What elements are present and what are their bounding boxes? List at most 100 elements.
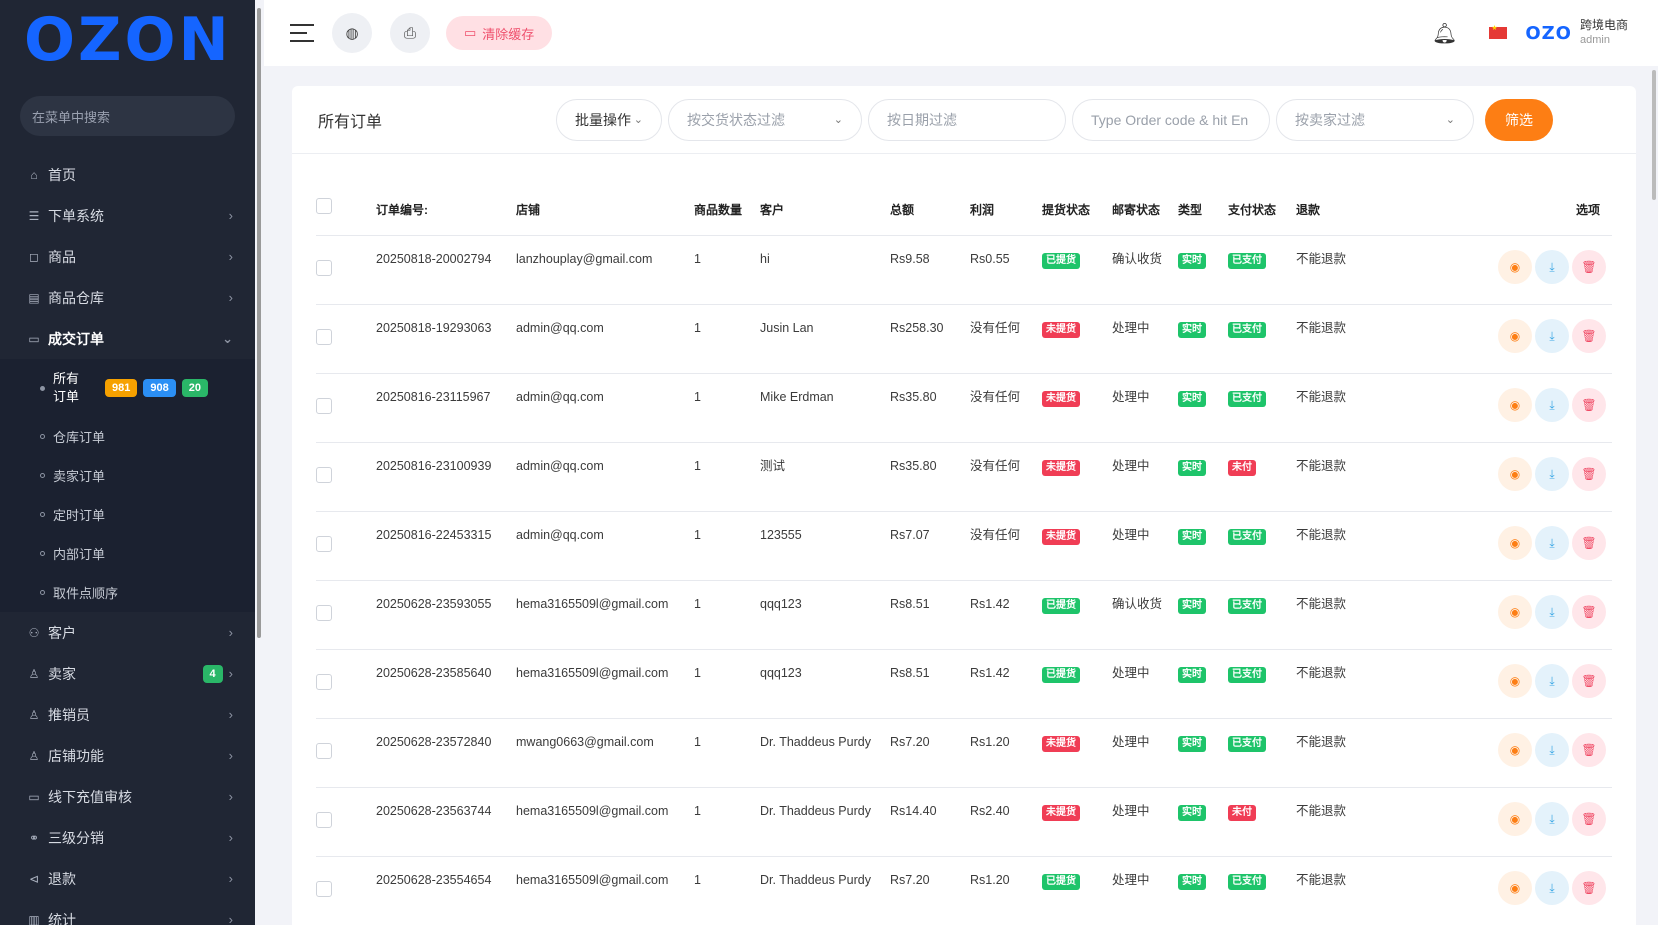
order-code[interactable]: 20250816-23115967 [376,373,516,443]
view-eye-icon[interactable]: ◉ [1498,595,1532,629]
view-eye-icon[interactable]: ◉ [1498,319,1532,353]
submenu-item-warehouse-orders[interactable]: 仓库订单 [0,417,255,456]
download-icon[interactable]: ⤓ [1535,871,1569,905]
ozon-logo[interactable]: OZON [24,10,232,70]
table-row[interactable]: 20250628-23572840 mwang0663@gmail.com 1 … [316,718,1612,788]
col-pay-status[interactable]: 支付状态 [1228,188,1296,236]
delete-trash-icon[interactable]: 🗑︎ [1572,250,1606,284]
submenu-item-internal-orders[interactable]: 内部订单 [0,534,255,573]
delivery-status-filter[interactable]: 按交货状态过滤 ⌄ [668,98,862,141]
col-type[interactable]: 类型 [1178,188,1228,236]
sidebar-item-orders[interactable]: ▭ 成交订单 ⌄ [0,318,255,359]
sidebar-item-distribution[interactable]: ⚭ 三级分销 › [0,817,255,858]
col-shop[interactable]: 店铺 [516,188,694,236]
submenu-item-all-orders[interactable]: 所有订单 981 908 20 [0,359,255,417]
col-qty[interactable]: 商品数量 [694,188,760,236]
download-icon[interactable]: ⤓ [1535,733,1569,767]
row-checkbox[interactable] [316,536,332,552]
table-row[interactable]: 20250628-23593055 hema3165509l@gmail.com… [316,580,1612,650]
sidebar-item-customers[interactable]: ⚇ 客户 › [0,612,255,653]
sidebar-item-stats[interactable]: ▥ 统计 › [0,899,255,925]
sidebar-item-home[interactable]: ⌂ 首页 [0,154,255,195]
view-eye-icon[interactable]: ◉ [1498,388,1532,422]
sidebar-item-offline-recharge[interactable]: ▭ 线下充值审核 › [0,776,255,817]
order-code[interactable]: 20250816-23100939 [376,442,516,512]
download-icon[interactable]: ⤓ [1535,250,1569,284]
sidebar-item-shop-features[interactable]: ♙ 店铺功能 › [0,735,255,776]
table-row[interactable]: 20250628-23563744 hema3165509l@gmail.com… [316,787,1612,857]
sidebar-item-ordering[interactable]: ☰ 下单系统 › [0,195,255,236]
order-code[interactable]: 20250628-23554654 [376,856,516,925]
row-checkbox[interactable] [316,812,332,828]
download-icon[interactable]: ⤓ [1535,319,1569,353]
page-scrollbar[interactable] [1652,70,1656,200]
view-eye-icon[interactable]: ◉ [1498,664,1532,698]
order-code[interactable]: 20250818-20002794 [376,235,516,305]
table-row[interactable]: 20250816-23115967 admin@qq.com 1 Mike Er… [316,373,1612,443]
col-order-code[interactable]: 订单编号: [376,188,516,236]
table-row[interactable]: 20250816-23100939 admin@qq.com 1 测试 Rs35… [316,442,1612,512]
sidebar-item-warehouse[interactable]: ▤ 商品仓库 › [0,277,255,318]
col-profit[interactable]: 利润 [970,188,1042,236]
select-all-checkbox[interactable] [316,198,332,214]
delete-trash-icon[interactable]: 🗑︎ [1572,802,1606,836]
delete-trash-icon[interactable]: 🗑︎ [1572,526,1606,560]
order-code[interactable]: 20250628-23572840 [376,718,516,788]
download-icon[interactable]: ⤓ [1535,664,1569,698]
delete-trash-icon[interactable]: 🗑︎ [1572,457,1606,491]
row-checkbox[interactable] [316,260,332,276]
order-code[interactable]: 20250818-19293063 [376,304,516,374]
clear-cache-button[interactable]: ▭ 清除缓存 [446,16,553,50]
menu-search-input[interactable]: 在菜单中搜索 [20,96,235,136]
table-row[interactable]: 20250628-23554654 hema3165509l@gmail.com… [316,856,1612,925]
row-checkbox[interactable] [316,329,332,345]
table-row[interactable]: 20250816-22453315 admin@qq.com 1 123555 … [316,511,1612,581]
sidebar-item-sellers[interactable]: ♙ 卖家 4 › [0,653,255,694]
col-mail-status[interactable]: 邮寄状态 [1112,188,1178,236]
sidebar-item-salesmen[interactable]: ♙ 推销员 › [0,694,255,735]
order-code[interactable]: 20250628-23593055 [376,580,516,650]
download-icon[interactable]: ⤓ [1535,802,1569,836]
submenu-item-seller-orders[interactable]: 卖家订单 [0,456,255,495]
col-total[interactable]: 总额 [890,188,970,236]
view-eye-icon[interactable]: ◉ [1498,457,1532,491]
seller-filter[interactable]: 按卖家过滤 ⌄ [1276,98,1474,141]
delete-trash-icon[interactable]: 🗑︎ [1572,595,1606,629]
sidebar-item-products[interactable]: ◻ 商品 › [0,236,255,277]
order-code[interactable]: 20250628-23563744 [376,787,516,857]
row-checkbox[interactable] [316,605,332,621]
order-code[interactable]: 20250816-22453315 [376,511,516,581]
date-filter-input[interactable]: 按日期过滤 [868,98,1066,141]
delete-trash-icon[interactable]: 🗑︎ [1572,319,1606,353]
user-menu[interactable]: 跨境电商 admin [1580,18,1628,48]
order-code-input[interactable]: Type Order code & hit En [1072,98,1270,141]
col-customer[interactable]: 客户 [760,188,890,236]
delete-trash-icon[interactable]: 🗑︎ [1572,388,1606,422]
submenu-item-scheduled-orders[interactable]: 定时订单 [0,495,255,534]
bell-icon[interactable]: 🔔︎ [1432,21,1457,46]
china-flag-icon[interactable] [1489,24,1508,39]
row-checkbox[interactable] [316,398,332,414]
table-row[interactable]: 20250628-23585640 hema3165509l@gmail.com… [316,649,1612,719]
delete-trash-icon[interactable]: 🗑︎ [1572,871,1606,905]
download-icon[interactable]: ⤓ [1535,595,1569,629]
delete-trash-icon[interactable]: 🗑︎ [1572,664,1606,698]
bulk-action-dropdown[interactable]: 批量操作 ⌄ [556,98,662,141]
col-pickup-status[interactable]: 提货状态 [1042,188,1112,236]
col-refund[interactable]: 退款 [1296,188,1374,236]
row-checkbox[interactable] [316,743,332,759]
row-checkbox[interactable] [316,674,332,690]
table-row[interactable]: 20250818-20002794 lanzhouplay@gmail.com … [316,235,1612,305]
view-eye-icon[interactable]: ◉ [1498,733,1532,767]
view-eye-icon[interactable]: ◉ [1498,250,1532,284]
sidebar-scrollbar[interactable] [257,8,261,638]
row-checkbox[interactable] [316,467,332,483]
globe-icon[interactable]: ◍ [332,13,372,53]
delete-trash-icon[interactable]: 🗑︎ [1572,733,1606,767]
table-row[interactable]: 20250818-19293063 admin@qq.com 1 Jusin L… [316,304,1612,374]
order-code[interactable]: 20250628-23585640 [376,649,516,719]
download-icon[interactable]: ⤓ [1535,388,1569,422]
submenu-item-pickup-order[interactable]: 取件点顺序 [0,573,255,612]
view-eye-icon[interactable]: ◉ [1498,871,1532,905]
row-checkbox[interactable] [316,881,332,897]
